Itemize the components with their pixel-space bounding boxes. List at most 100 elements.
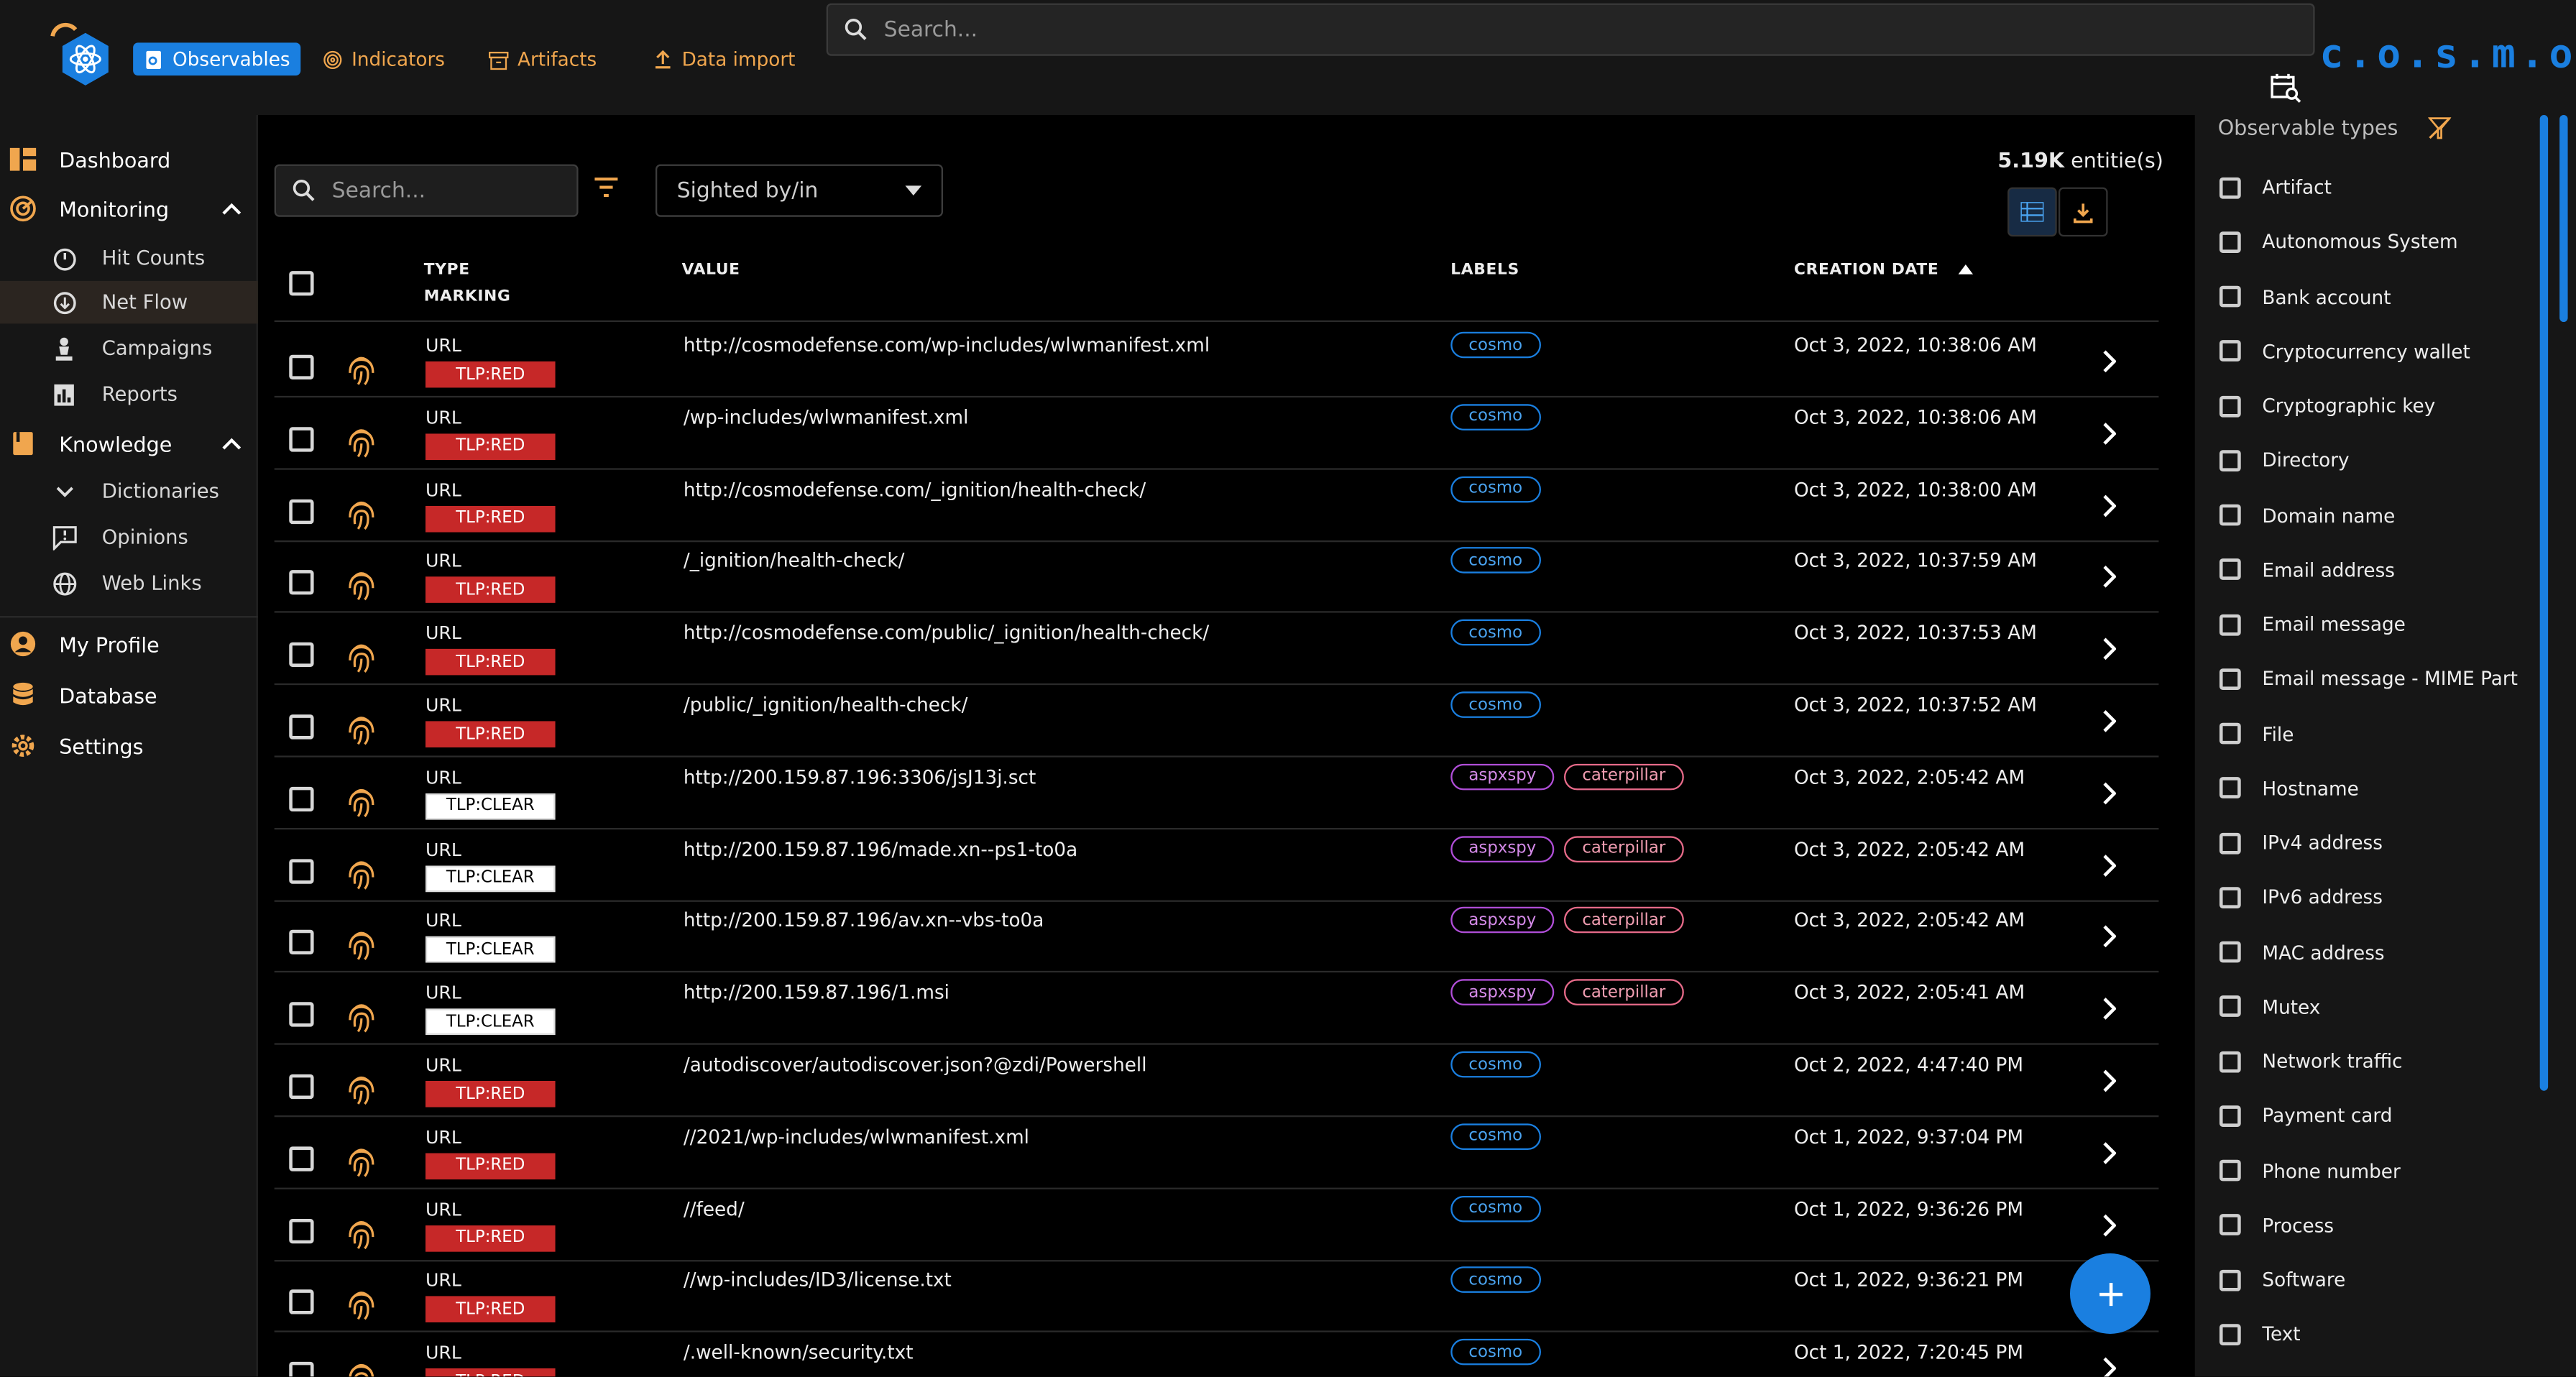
observable-type-option[interactable]: Payment card [2219,1105,2392,1128]
type-checkbox[interactable] [2219,1268,2241,1291]
label-chip[interactable]: aspxspy [1450,835,1555,862]
type-checkbox[interactable] [2219,231,2241,253]
observable-type-option[interactable]: Text [2219,1323,2301,1346]
sidebar-item-campaigns[interactable]: Campaigns [0,327,258,369]
col-marking-header[interactable]: MARKING [424,287,511,305]
row-open-button[interactable] [2101,996,2117,1027]
observable-type-option[interactable]: Domain name [2219,504,2395,527]
observable-type-option[interactable]: IPv6 address [2219,886,2383,909]
type-checkbox[interactable] [2219,285,2241,308]
col-labels-header[interactable]: LABELS [1450,261,1519,279]
sidebar-item-knowledge[interactable]: Knowledge [0,422,258,464]
nav-data-import[interactable]: Data import [643,42,805,75]
row-open-button[interactable] [2101,564,2117,595]
table-row[interactable]: URL TLP:RED/public/_ignition/health-check… [274,685,2159,757]
label-chip[interactable]: caterpillar [1564,979,1684,1006]
label-chip[interactable]: caterpillar [1564,763,1684,790]
type-checkbox[interactable] [2219,449,2241,471]
filter-list-icon[interactable] [593,176,620,199]
sidebar-item-dictionaries[interactable]: Dictionaries [0,470,258,512]
list-view-button[interactable] [2007,187,2057,237]
row-open-button[interactable] [2101,1355,2117,1377]
observable-type-option[interactable]: Email message - MIME Part [2219,668,2518,691]
label-chip[interactable]: caterpillar [1564,835,1684,862]
observable-type-option[interactable]: File [2219,722,2294,745]
type-checkbox[interactable] [2219,1214,2241,1236]
sidebar-item-dashboard[interactable]: Dashboard [0,138,258,180]
row-checkbox[interactable] [289,643,314,668]
label-chip[interactable]: cosmo [1450,1051,1541,1078]
type-checkbox[interactable] [2219,1323,2241,1345]
observable-type-option[interactable]: Mutex [2219,995,2320,1018]
row-open-button[interactable] [2101,780,2117,811]
type-checkbox[interactable] [2219,558,2241,581]
observable-type-option[interactable]: Bank account [2219,285,2391,308]
label-chip[interactable]: cosmo [1450,620,1541,646]
type-checkbox[interactable] [2219,995,2241,1018]
label-chip[interactable]: cosmo [1450,1339,1541,1366]
row-checkbox[interactable] [289,1290,314,1315]
create-observable-button[interactable] [2069,1253,2150,1334]
sidebar-item-reports[interactable]: Reports [0,373,258,415]
sidebar-item-settings[interactable]: Settings [0,724,258,767]
row-open-button[interactable] [2101,349,2117,379]
table-row[interactable]: URL TLP:RED http://cosmodefense.com/_ignit… [274,469,2159,542]
row-checkbox[interactable] [289,1362,314,1377]
calendar-search-icon[interactable] [2271,73,2304,106]
observable-type-option[interactable]: Directory [2219,449,2350,472]
row-checkbox[interactable] [289,1074,314,1100]
type-checkbox[interactable] [2219,777,2241,799]
type-checkbox[interactable] [2219,886,2241,908]
label-chip[interactable]: cosmo [1450,1123,1541,1150]
nav-artifacts[interactable]: Artifacts [478,42,607,75]
label-chip[interactable]: cosmo [1450,331,1541,359]
table-row[interactable]: URL TLP:RED/wp-includes/wlwmanifest.xml co… [274,397,2159,470]
row-checkbox[interactable] [289,786,314,811]
observable-type-option[interactable]: Artifact [2219,176,2332,199]
label-chip[interactable]: aspxspy [1450,907,1555,934]
row-checkbox[interactable] [289,714,314,740]
observable-type-option[interactable]: Email address [2219,558,2395,581]
observables-search-input[interactable]: Search... [274,164,579,217]
label-chip[interactable]: cosmo [1450,1195,1541,1222]
row-open-button[interactable] [2101,420,2117,451]
table-row[interactable]: URL TLP:CLEAR http://200.159.87.196:3306/j… [274,757,2159,829]
nav-indicators[interactable]: Indicators [312,42,454,75]
row-checkbox[interactable] [289,1146,314,1171]
label-chip[interactable]: aspxspy [1450,979,1555,1006]
table-row[interactable]: URL TLP:RED http://cosmodefense.com/wp-inc… [274,326,2159,398]
select-all-checkbox[interactable] [289,271,314,296]
table-row[interactable]: URL TLP:CLEAR http://200.159.87.196/1.msi a… [274,973,2159,1046]
sidebar-item-monitoring[interactable]: Monitoring [0,188,258,230]
export-button[interactable] [2058,187,2108,237]
row-open-button[interactable] [2101,852,2117,883]
type-checkbox[interactable] [2219,176,2241,198]
sidebar-item-web-links[interactable]: Web Links [0,562,258,604]
col-type-header[interactable]: TYPE [424,261,470,279]
row-checkbox[interactable] [289,498,314,524]
label-chip[interactable]: cosmo [1450,1267,1541,1294]
label-chip[interactable]: aspxspy [1450,763,1555,790]
type-checkbox[interactable] [2219,832,2241,854]
nav-observables[interactable]: Observables [133,42,300,76]
label-chip[interactable]: cosmo [1450,475,1541,502]
app-logo-icon[interactable] [46,19,115,92]
row-open-button[interactable] [2101,924,2117,954]
sidebar-item-net-flow[interactable]: Net Flow [0,280,258,324]
observable-type-option[interactable]: Email message [2219,613,2406,636]
type-checkbox[interactable] [2219,395,2241,417]
observable-type-option[interactable]: Phone number [2219,1159,2401,1182]
table-row[interactable]: URL TLP:RED //2021/wp-includes/wlwmanifest… [274,1117,2159,1189]
observable-type-option[interactable]: Software [2219,1268,2345,1291]
type-checkbox[interactable] [2219,1050,2241,1072]
row-checkbox[interactable] [289,571,314,596]
label-chip[interactable]: cosmo [1450,403,1541,430]
global-search-input[interactable]: Search... [826,3,2315,56]
table-row[interactable]: URL TLP:RED //wp-includes/ID3/license.txt c… [274,1261,2159,1333]
col-creation-date-header[interactable]: CREATION DATE [1794,261,1973,280]
table-row[interactable]: URL TLP:CLEAR http://200.159.87.196/made.x… [274,829,2159,901]
type-checkbox[interactable] [2219,722,2241,745]
filter-off-icon[interactable] [2426,116,2452,139]
page-scrollbar[interactable] [2559,114,2568,322]
row-checkbox[interactable] [289,1218,314,1243]
